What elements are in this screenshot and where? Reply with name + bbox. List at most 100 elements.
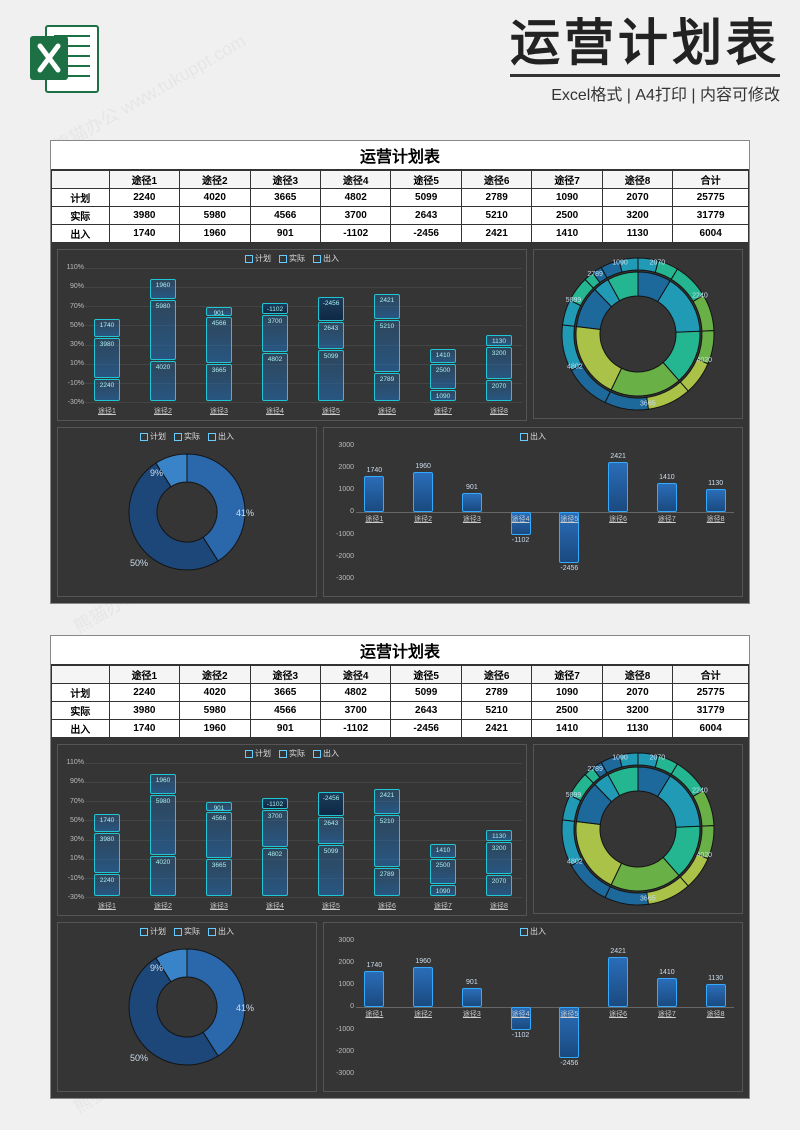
donut-chart: 计划实际出入41%50%9%: [57, 922, 317, 1092]
table-row: 实际3980598045663700264352102500320031779: [52, 702, 749, 720]
svg-text:2070: 2070: [649, 259, 665, 266]
data-table: 途径1途径2途径3途径4途径5途径6途径7途径8合计计划224040203665…: [51, 665, 749, 738]
stacked-bar-column: 278952102421途径6: [364, 763, 410, 897]
legend-item: 实际: [174, 431, 200, 442]
stacked-bar-column: 224039801740途径1: [84, 763, 130, 897]
table-header-cell: 合计: [673, 666, 749, 684]
stacked-bar-column: 402059801960途径2: [140, 763, 186, 897]
difference-bar-chart: 出入3000200010000-1000-2000-30001740途径1196…: [323, 427, 743, 597]
svg-text:5099: 5099: [565, 297, 581, 304]
legend-item: 计划: [140, 431, 166, 442]
table-header-cell: 途径6: [461, 666, 531, 684]
legend-item: 出入: [520, 926, 546, 937]
table-header-cell: 途径8: [602, 666, 672, 684]
table-header-cell: 途径2: [180, 666, 250, 684]
stacked-bar-column: 48023700-1102途径4: [252, 268, 298, 402]
diff-bar-column: 1740途径1: [356, 446, 393, 578]
table-row: 计划2240402036654802509927891090207025775: [52, 189, 749, 207]
diff-bar-column: -2456途径5: [551, 941, 588, 1073]
table-header-cell: [52, 666, 110, 684]
stacked-bar-chart: 计划实际出入110%90%70%50%30%10%-10%-30%2240398…: [57, 249, 527, 421]
sunburst-chart: 2070 2240 4020 3665 4802 5099 2789 1090: [533, 249, 743, 419]
stacked-bar-column: 50992643-2456途径5: [308, 268, 354, 402]
table-row: 出入17401960901-1102-24562421141011306004: [52, 225, 749, 243]
stacked-bar-column: 224039801740途径1: [84, 268, 130, 402]
table-header-cell: 途径6: [461, 171, 531, 189]
svg-text:1090: 1090: [612, 259, 628, 266]
diff-bar-column: -2456途径5: [551, 446, 588, 578]
table-title: 运营计划表: [51, 636, 749, 665]
sunburst-chart: 2070 2240 4020 3665 4802 5099 2789 1090: [533, 744, 743, 914]
sheet-preview-2: 运营计划表途径1途径2途径3途径4途径5途径6途径7途径8合计计划2240402…: [50, 635, 750, 1099]
table-header-cell: 合计: [673, 171, 749, 189]
table-header-cell: 途径8: [602, 171, 672, 189]
stacked-bar-chart: 计划实际出入110%90%70%50%30%10%-10%-30%2240398…: [57, 744, 527, 916]
stacked-bar-column: 402059801960途径2: [140, 268, 186, 402]
svg-text:2070: 2070: [649, 754, 665, 761]
table-header-cell: 途径3: [250, 171, 320, 189]
table-header-cell: 途径3: [250, 666, 320, 684]
stacked-bar-column: 109025001410途径7: [420, 268, 466, 402]
diff-bar-column: 901途径3: [454, 941, 491, 1073]
diff-bar-column: 1740途径1: [356, 941, 393, 1073]
stacked-bar-column: 36654566901途径3: [196, 268, 242, 402]
table-title: 运营计划表: [51, 141, 749, 170]
table-row: 出入17401960901-1102-24562421141011306004: [52, 720, 749, 738]
svg-text:2789: 2789: [587, 271, 603, 278]
legend-item: 实际: [174, 926, 200, 937]
table-header-cell: 途径7: [532, 171, 602, 189]
svg-text:3665: 3665: [640, 895, 656, 902]
svg-text:4802: 4802: [567, 858, 583, 865]
diff-bar-column: 1960途径2: [405, 446, 442, 578]
donut-chart: 计划实际出入41%50%9%: [57, 427, 317, 597]
svg-text:1090: 1090: [612, 754, 628, 761]
page-subtitle: Excel格式 | A4打印 | 内容可修改: [510, 74, 780, 105]
svg-text:2240: 2240: [692, 787, 708, 794]
table-header-cell: 途径1: [109, 666, 179, 684]
stacked-bar-column: 278952102421途径6: [364, 268, 410, 402]
diff-bar-column: 2421途径6: [600, 941, 637, 1073]
table-header-cell: 途径2: [180, 171, 250, 189]
diff-bar-column: -1102途径4: [502, 446, 539, 578]
svg-text:3665: 3665: [640, 400, 656, 407]
table-header-cell: 途径5: [391, 171, 461, 189]
svg-text:4802: 4802: [567, 363, 583, 370]
svg-text:4020: 4020: [696, 852, 712, 859]
diff-bar-column: 901途径3: [454, 446, 491, 578]
diff-bar-column: 1130途径8: [697, 941, 734, 1073]
svg-text:2240: 2240: [692, 292, 708, 299]
difference-bar-chart: 出入3000200010000-1000-2000-30001740途径1196…: [323, 922, 743, 1092]
stacked-bar-column: 207032001130途径8: [476, 268, 522, 402]
page-header: 运营计划表 Excel格式 | A4打印 | 内容可修改: [510, 18, 780, 105]
diff-bar-column: -1102途径4: [502, 941, 539, 1073]
diff-bar-column: 1410途径7: [649, 941, 686, 1073]
stacked-bar-column: 36654566901途径3: [196, 763, 242, 897]
stacked-bar-column: 50992643-2456途径5: [308, 763, 354, 897]
sheet-preview-1: 运营计划表途径1途径2途径3途径4途径5途径6途径7途径8合计计划2240402…: [50, 140, 750, 604]
svg-text:4020: 4020: [696, 357, 712, 364]
stacked-bar-column: 48023700-1102途径4: [252, 763, 298, 897]
legend-item: 出入: [520, 431, 546, 442]
table-row: 实际3980598045663700264352102500320031779: [52, 207, 749, 225]
diff-bar-column: 1410途径7: [649, 446, 686, 578]
svg-text:5099: 5099: [565, 792, 581, 799]
table-header-cell: 途径7: [532, 666, 602, 684]
table-header-cell: 途径5: [391, 666, 461, 684]
legend-item: 出入: [208, 926, 234, 937]
legend-item: 计划: [140, 926, 166, 937]
table-header-cell: 途径1: [109, 171, 179, 189]
page-title: 运营计划表: [510, 18, 780, 68]
stacked-bar-column: 109025001410途径7: [420, 763, 466, 897]
stacked-bar-column: 207032001130途径8: [476, 763, 522, 897]
table-header-cell: [52, 171, 110, 189]
diff-bar-column: 1960途径2: [405, 941, 442, 1073]
table-row: 计划2240402036654802509927891090207025775: [52, 684, 749, 702]
excel-icon: [28, 22, 102, 96]
diff-bar-column: 1130途径8: [697, 446, 734, 578]
table-header-cell: 途径4: [320, 666, 390, 684]
svg-text:2789: 2789: [587, 766, 603, 773]
legend-item: 出入: [208, 431, 234, 442]
diff-bar-column: 2421途径6: [600, 446, 637, 578]
table-header-cell: 途径4: [320, 171, 390, 189]
data-table: 途径1途径2途径3途径4途径5途径6途径7途径8合计计划224040203665…: [51, 170, 749, 243]
